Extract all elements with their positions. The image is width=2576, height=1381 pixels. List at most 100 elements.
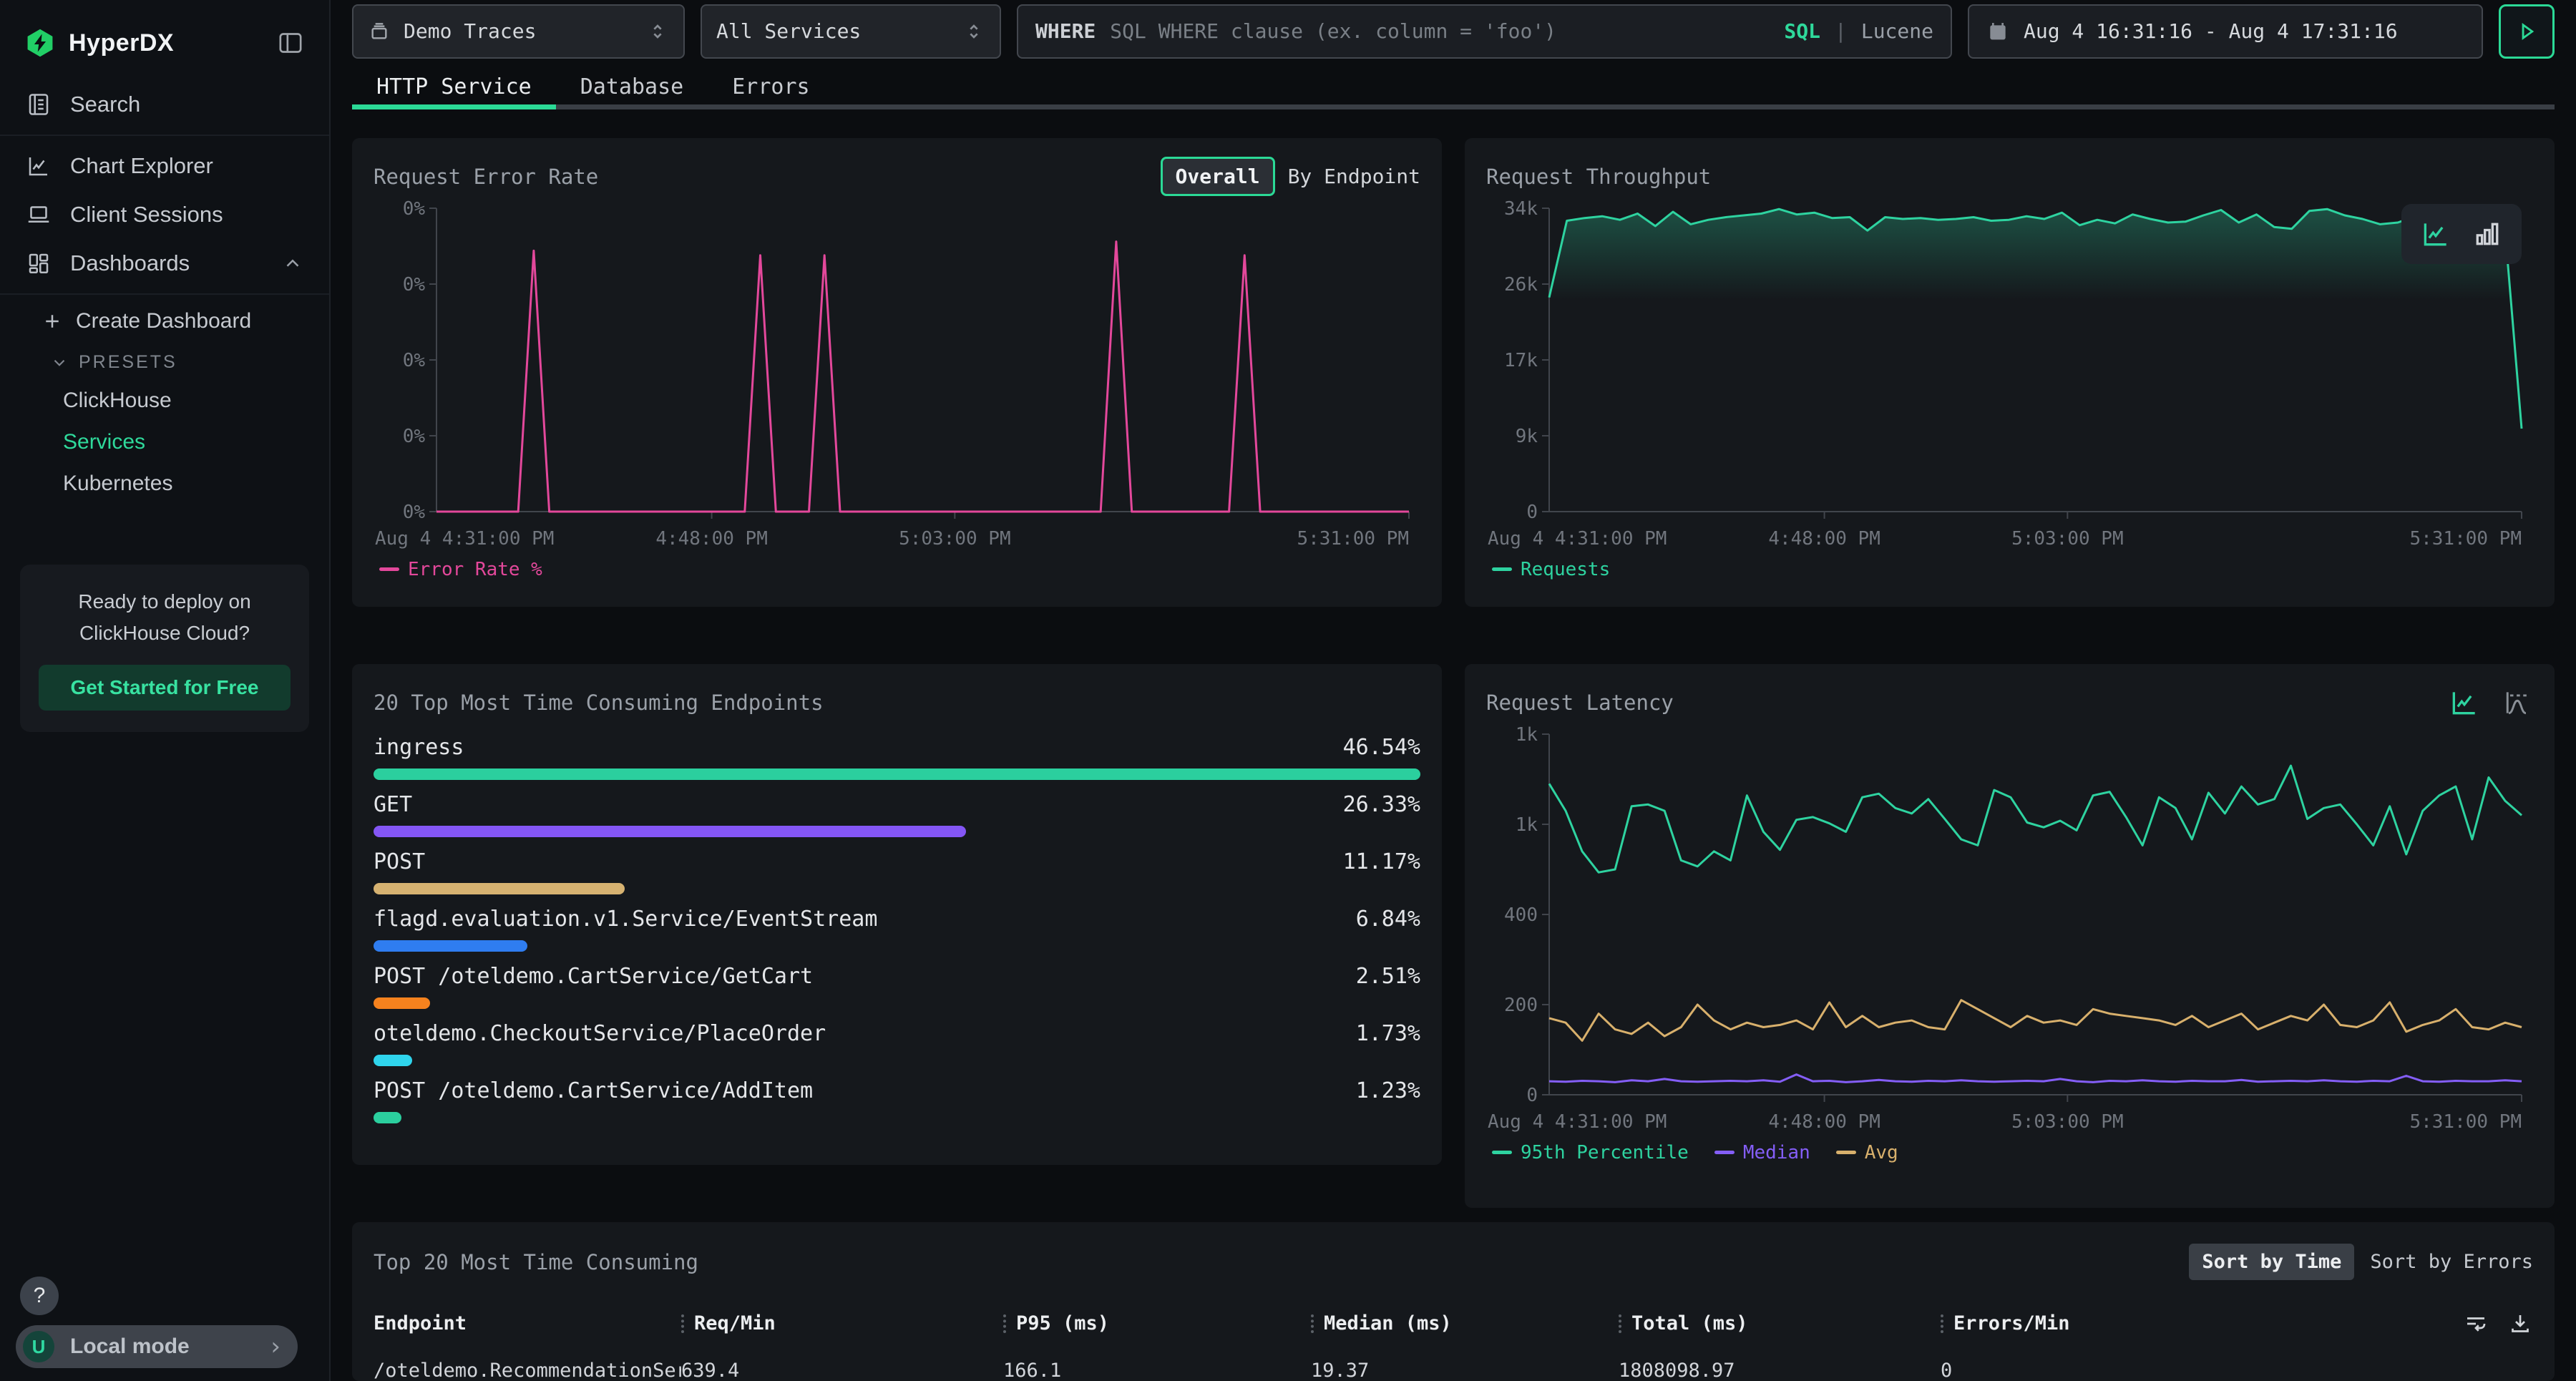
endpoint-row[interactable]: flagd.evaluation.v1.Service/EventStream6… [374,904,1420,952]
table-row[interactable]: /oteldemo.RecommendationServ639.4166.119… [374,1344,2533,1381]
sql-mode-toggle[interactable]: SQL [1784,19,1820,43]
chevron-right-icon: › [270,1332,280,1361]
sidebar-collapse-icon[interactable] [276,29,305,57]
tab-http-service[interactable]: HTTP Service [352,64,556,109]
table-cell: 0 [1941,1360,2447,1381]
endpoint-row[interactable]: oteldemo.CheckoutService/PlaceOrder1.73% [374,1019,1420,1066]
get-started-button[interactable]: Get Started for Free [39,665,291,711]
panel-title: Request Throughput [1486,165,2533,189]
latency-legend: 95th PercentileMedianAvg [1486,1142,2533,1163]
latency-chart[interactable]: 02004001k1kAug 4 4:31:00 PM4:48:00 PM5:0… [1486,723,2533,1138]
panel-endpoints-table: Top 20 Most Time Consuming Sort by Time … [352,1222,2555,1381]
tab-database[interactable]: Database [556,64,708,109]
by-endpoint-toggle-button[interactable]: By Endpoint [1288,165,1420,188]
endpoint-row[interactable]: ingress46.54% [374,733,1420,780]
sidebar-item-dashboards[interactable]: Dashboards [0,239,329,288]
user-menu[interactable]: U Local mode › [16,1325,298,1368]
legend-item: Error Rate % [379,559,542,580]
svg-text:Aug 4 4:31:00 PM: Aug 4 4:31:00 PM [1488,528,1667,550]
where-placeholder: SQL WHERE clause (ex. column = 'foo') [1110,19,1770,43]
table-cell: 19.37 [1311,1360,1619,1381]
svg-text:0: 0 [1526,1085,1538,1106]
endpoint-percentage: 2.51% [1356,964,1420,989]
error-rate-chart[interactable]: 0%0%0%0%0%Aug 4 4:31:00 PM4:48:00 PM5:03… [374,197,1420,555]
divider [0,293,329,295]
column-header-p95-ms-[interactable]: P95 (ms) [1003,1312,1311,1334]
legend-item: Avg [1836,1142,1898,1163]
lucene-mode-toggle[interactable]: Lucene [1861,19,1933,43]
column-drag-handle[interactable] [1619,1314,1621,1333]
sort-by-time-button[interactable]: Sort by Time [2189,1244,2354,1280]
column-header-median-ms-[interactable]: Median (ms) [1311,1312,1619,1334]
table-body: /oteldemo.RecommendationServ639.4166.119… [374,1344,2533,1381]
throughput-chart[interactable]: 09k17k26k34kAug 4 4:31:00 PM4:48:00 PM5:… [1486,197,2533,555]
wrap-lines-icon[interactable] [2463,1311,2489,1337]
sidebar-item-search[interactable]: Search [0,80,329,129]
avatar: U [23,1331,54,1362]
tab-errors[interactable]: Errors [708,64,834,109]
line-chart-icon[interactable] [2449,687,2480,718]
column-label: Endpoint [374,1312,467,1334]
where-input[interactable]: WHERE SQL WHERE clause (ex. column = 'fo… [1017,4,1952,59]
overall-toggle-button[interactable]: Overall [1161,157,1275,196]
line-chart-icon[interactable] [2420,218,2451,250]
endpoint-bar [374,940,527,952]
column-header-req-min[interactable]: Req/Min [681,1312,1003,1334]
sidebar-item-chart-explorer[interactable]: Chart Explorer [0,142,329,190]
column-drag-handle[interactable] [681,1314,684,1333]
svg-text:5:31:00 PM: 5:31:00 PM [2409,528,2522,550]
legend-item: Median [1714,1142,1810,1163]
sidebar-item-label: Client Sessions [70,202,223,228]
service-select[interactable]: All Services [701,4,1001,59]
chart-type-toolbar [2401,204,2522,264]
play-icon [2514,19,2539,44]
promo-text-line1: Ready to deploy on [39,586,291,618]
column-header-endpoint[interactable]: Endpoint [374,1312,681,1334]
panel-title: Request Error Rate [374,165,1161,189]
endpoint-row[interactable]: POST /oteldemo.CartService/GetCart2.51% [374,962,1420,1009]
svg-text:1k: 1k [1516,814,1538,836]
dashboards-icon [26,250,52,276]
sort-by-errors-button[interactable]: Sort by Errors [2370,1251,2533,1273]
table-cell: 639.4 [681,1360,1003,1381]
column-drag-handle[interactable] [1941,1314,1943,1333]
svg-text:0%: 0% [403,502,426,523]
create-dashboard-button[interactable]: Create Dashboard [0,301,329,342]
bar-chart-icon[interactable] [2472,218,2503,250]
endpoint-row[interactable]: POST /oteldemo.CartService/AddItem1.23% [374,1076,1420,1123]
divider [0,135,329,136]
panel-title: 20 Top Most Time Consuming Endpoints [374,690,1420,715]
help-button[interactable]: ? [20,1277,59,1315]
column-label: Errors/Min [1953,1312,2070,1334]
legend-label: Median [1743,1142,1810,1163]
svg-text:4:48:00 PM: 4:48:00 PM [655,528,768,550]
sidebar-item-label: Chart Explorer [70,153,213,179]
preset-item-kubernetes[interactable]: Kubernetes [0,463,329,504]
run-query-button[interactable] [2499,4,2555,59]
panel-request-latency: Request Latency 02004001k1kAug 4 4:31:00… [1465,664,2555,1208]
table-header-icons [2447,1311,2533,1337]
download-icon[interactable] [2507,1311,2533,1337]
column-drag-handle[interactable] [1003,1314,1006,1333]
column-header-total-ms-[interactable]: Total (ms) [1619,1312,1941,1334]
svg-text:0%: 0% [403,426,426,447]
preset-item-services[interactable]: Services [0,421,329,463]
svg-text:5:03:00 PM: 5:03:00 PM [899,528,1011,550]
svg-text:Aug 4 4:31:00 PM: Aug 4 4:31:00 PM [375,528,554,550]
presets-toggle[interactable]: PRESETS [0,342,329,380]
histogram-icon[interactable] [2502,687,2533,718]
svg-text:26k: 26k [1504,274,1538,296]
endpoint-row[interactable]: POST11.17% [374,847,1420,894]
date-range-picker[interactable]: Aug 4 16:31:16 - Aug 4 17:31:16 [1968,4,2483,59]
column-header-errors-min[interactable]: Errors/Min [1941,1312,2447,1334]
mode-separator: | [1835,19,1847,43]
svg-text:4:48:00 PM: 4:48:00 PM [1768,1111,1880,1133]
preset-item-clickhouse[interactable]: ClickHouse [0,380,329,421]
endpoint-label: GET [374,792,1329,817]
column-drag-handle[interactable] [1311,1314,1314,1333]
sidebar-item-client-sessions[interactable]: Client Sessions [0,190,329,239]
legend-label: Avg [1865,1142,1898,1163]
source-select[interactable]: Demo Traces [352,4,685,59]
endpoint-row[interactable]: GET26.33% [374,790,1420,837]
endpoint-bar [374,768,1420,780]
